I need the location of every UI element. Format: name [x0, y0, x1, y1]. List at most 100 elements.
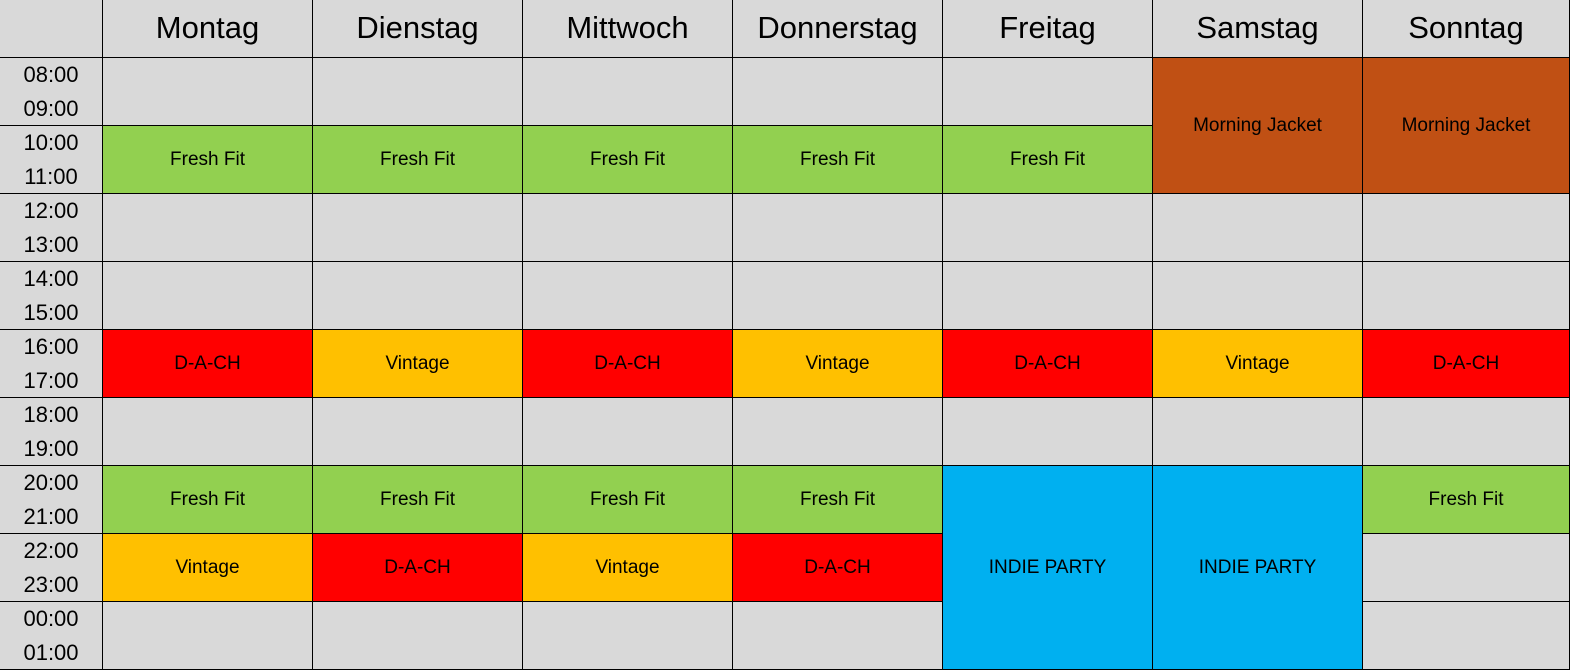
time-label: 13:00 [23, 232, 79, 257]
empty-slot [943, 194, 1153, 262]
empty-slot [523, 398, 733, 466]
day-header-2: Mittwoch [523, 0, 733, 58]
empty-slot [523, 602, 733, 670]
event-block[interactable]: Morning Jacket [1153, 58, 1363, 194]
event-block[interactable]: Vintage [1153, 330, 1363, 398]
event-block[interactable]: INDIE PARTY [943, 466, 1153, 670]
time-label: 11:00 [24, 164, 78, 189]
time-label: 01:00 [23, 640, 79, 665]
day-header-1: Dienstag [313, 0, 523, 58]
event-block[interactable]: Fresh Fit [523, 466, 733, 534]
time-label: 16:00 [23, 334, 79, 359]
time-label: 15:00 [23, 300, 79, 325]
event-label: D-A-CH [1014, 352, 1081, 374]
event-block[interactable]: D-A-CH [523, 330, 733, 398]
empty-slot [313, 194, 523, 262]
empty-slot [103, 398, 313, 466]
empty-slot [103, 602, 313, 670]
event-label: Vintage [1225, 352, 1290, 374]
event-block[interactable]: Vintage [313, 330, 523, 398]
event-block[interactable]: Vintage [733, 330, 943, 398]
empty-slot [1153, 262, 1363, 330]
time-label: 08:00 [23, 62, 79, 87]
event-block[interactable]: D-A-CH [1363, 330, 1570, 398]
time-label: 20:00 [23, 470, 79, 495]
time-label-block: 16:00 17:00 [0, 330, 103, 398]
empty-slot [313, 398, 523, 466]
time-label: 21:00 [23, 504, 79, 529]
time-label: 17:00 [23, 368, 79, 393]
event-block[interactable]: Morning Jacket [1363, 58, 1570, 194]
event-block[interactable]: D-A-CH [313, 534, 523, 602]
time-label: 12:00 [23, 198, 79, 223]
event-label: Fresh Fit [800, 148, 875, 170]
time-label-block: 20:00 21:00 [0, 466, 103, 534]
empty-slot [1363, 194, 1570, 262]
time-label-block: 10:00 11:00 [0, 126, 103, 194]
event-block[interactable]: D-A-CH [733, 534, 943, 602]
event-block[interactable]: Fresh Fit [523, 126, 733, 194]
time-label: 23:00 [23, 572, 79, 597]
event-block[interactable]: Fresh Fit [733, 466, 943, 534]
event-label: INDIE PARTY [1198, 556, 1317, 578]
event-block[interactable]: Fresh Fit [103, 466, 313, 534]
event-label: Morning Jacket [1193, 114, 1322, 136]
empty-slot [1363, 262, 1570, 330]
event-label: Fresh Fit [380, 488, 455, 510]
time-label-block: 00:00 01:00 [0, 602, 103, 670]
event-block[interactable]: INDIE PARTY [1153, 466, 1363, 670]
weekly-schedule-grid: Montag Dienstag Mittwoch Donnerstag Freitag S… [0, 0, 1570, 670]
event-label: INDIE PARTY [988, 556, 1107, 578]
event-label: Fresh Fit [590, 148, 665, 170]
event-block[interactable]: D-A-CH [103, 330, 313, 398]
event-block[interactable]: Vintage [523, 534, 733, 602]
event-label: D-A-CH [384, 556, 451, 578]
event-label: Fresh Fit [1428, 488, 1504, 510]
empty-slot [733, 58, 943, 126]
empty-slot [523, 194, 733, 262]
event-label: Fresh Fit [170, 488, 245, 510]
event-label: D-A-CH [804, 556, 871, 578]
event-label: D-A-CH [1432, 352, 1500, 374]
empty-slot [733, 398, 943, 466]
empty-slot [733, 262, 943, 330]
time-label: 10:00 [23, 130, 79, 155]
time-label-block: 22:00 23:00 [0, 534, 103, 602]
event-label: Vintage [805, 352, 870, 374]
empty-slot [103, 58, 313, 126]
empty-slot [313, 58, 523, 126]
empty-slot [103, 194, 313, 262]
event-block[interactable]: Fresh Fit [313, 126, 523, 194]
empty-slot [1363, 534, 1570, 602]
day-header-6: Sonntag [1363, 0, 1570, 58]
time-label-block: 12:00 13:00 [0, 194, 103, 262]
time-label-block: 18:00 19:00 [0, 398, 103, 466]
time-label: 19:00 [23, 436, 79, 461]
event-block[interactable]: Vintage [103, 534, 313, 602]
empty-slot [943, 398, 1153, 466]
empty-slot [313, 262, 523, 330]
empty-slot [523, 262, 733, 330]
day-header-0: Montag [103, 0, 313, 58]
event-block[interactable]: D-A-CH [943, 330, 1153, 398]
day-header-4: Freitag [943, 0, 1153, 58]
event-block[interactable]: Fresh Fit [943, 126, 1153, 194]
empty-slot [943, 58, 1153, 126]
empty-slot [1153, 398, 1363, 466]
time-label: 22:00 [23, 538, 79, 563]
corner-cell [0, 0, 103, 58]
event-label: D-A-CH [594, 352, 661, 374]
event-label: Fresh Fit [1010, 148, 1085, 170]
event-block[interactable]: Fresh Fit [103, 126, 313, 194]
day-header-3: Donnerstag [733, 0, 943, 58]
event-label: Vintage [175, 556, 240, 578]
event-label: D-A-CH [174, 352, 241, 374]
empty-slot [1363, 398, 1570, 466]
empty-slot [523, 58, 733, 126]
event-block[interactable]: Fresh Fit [733, 126, 943, 194]
empty-slot [733, 602, 943, 670]
event-block[interactable]: Fresh Fit [1363, 466, 1570, 534]
time-label: 00:00 [23, 606, 79, 631]
time-label-block: 08:00 09:00 [0, 58, 103, 126]
event-block[interactable]: Fresh Fit [313, 466, 523, 534]
